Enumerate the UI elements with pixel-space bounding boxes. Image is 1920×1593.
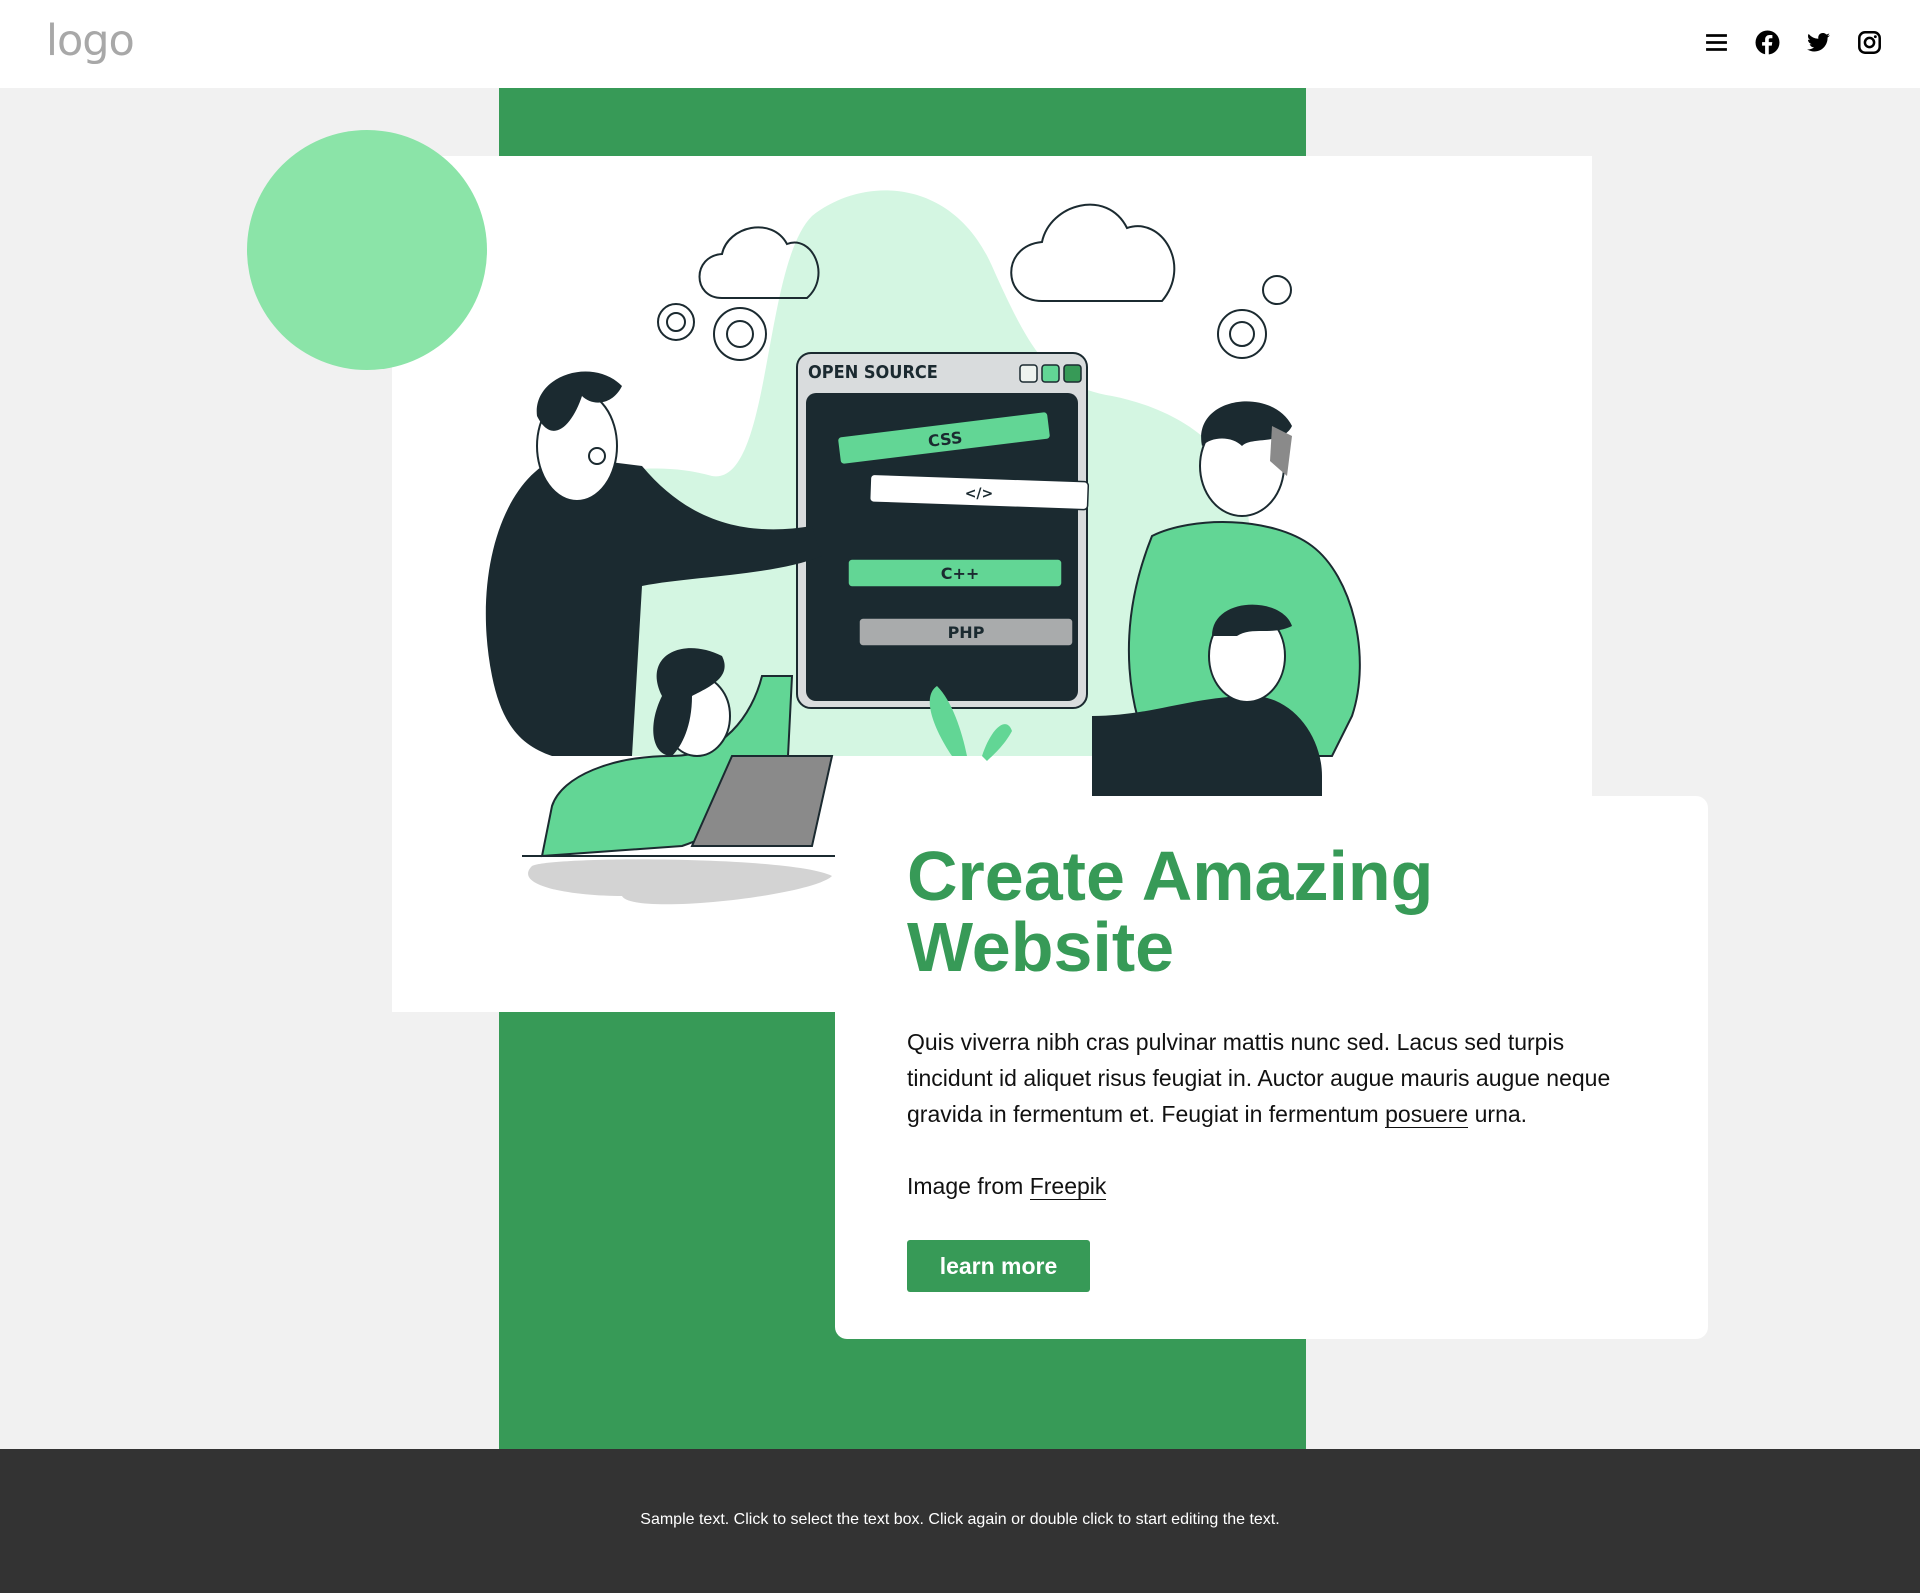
card-description: Quis viverra nibh cras pulvinar mattis n… [907, 1024, 1647, 1132]
posuere-link[interactable]: posuere [1385, 1101, 1469, 1128]
description-text-end: urna. [1468, 1101, 1528, 1127]
site-header: logo [0, 0, 1920, 88]
code-window: OPEN SOURCE CSS </> C++ PHP [796, 352, 1090, 709]
logo[interactable]: logo [46, 16, 135, 66]
page-title: Create Amazing Website [907, 837, 1434, 986]
decorative-circle [247, 130, 487, 370]
instagram-icon[interactable] [1857, 30, 1882, 55]
tag-cpp: C++ [941, 564, 980, 583]
tag-code: </> [965, 486, 994, 502]
menu-icon[interactable] [1704, 30, 1729, 55]
image-credit: Image from Freepik [907, 1168, 1107, 1204]
facebook-icon[interactable] [1755, 30, 1780, 55]
footer-text: Sample text. Click to select the text bo… [640, 1511, 1280, 1528]
credit-prefix: Image from [907, 1173, 1030, 1199]
tag-php: PHP [948, 623, 985, 642]
content-card: Create Amazing Website Quis viverra nibh… [835, 796, 1708, 1339]
learn-more-button[interactable]: learn more [907, 1240, 1090, 1292]
freepik-link[interactable]: Freepik [1029, 1173, 1107, 1200]
twitter-icon[interactable] [1806, 30, 1831, 55]
window-title: OPEN SOURCE [808, 362, 938, 383]
cloud-icon [1010, 203, 1176, 302]
header-icons [1704, 30, 1882, 55]
site-footer: Sample text. Click to select the text bo… [0, 1449, 1920, 1593]
